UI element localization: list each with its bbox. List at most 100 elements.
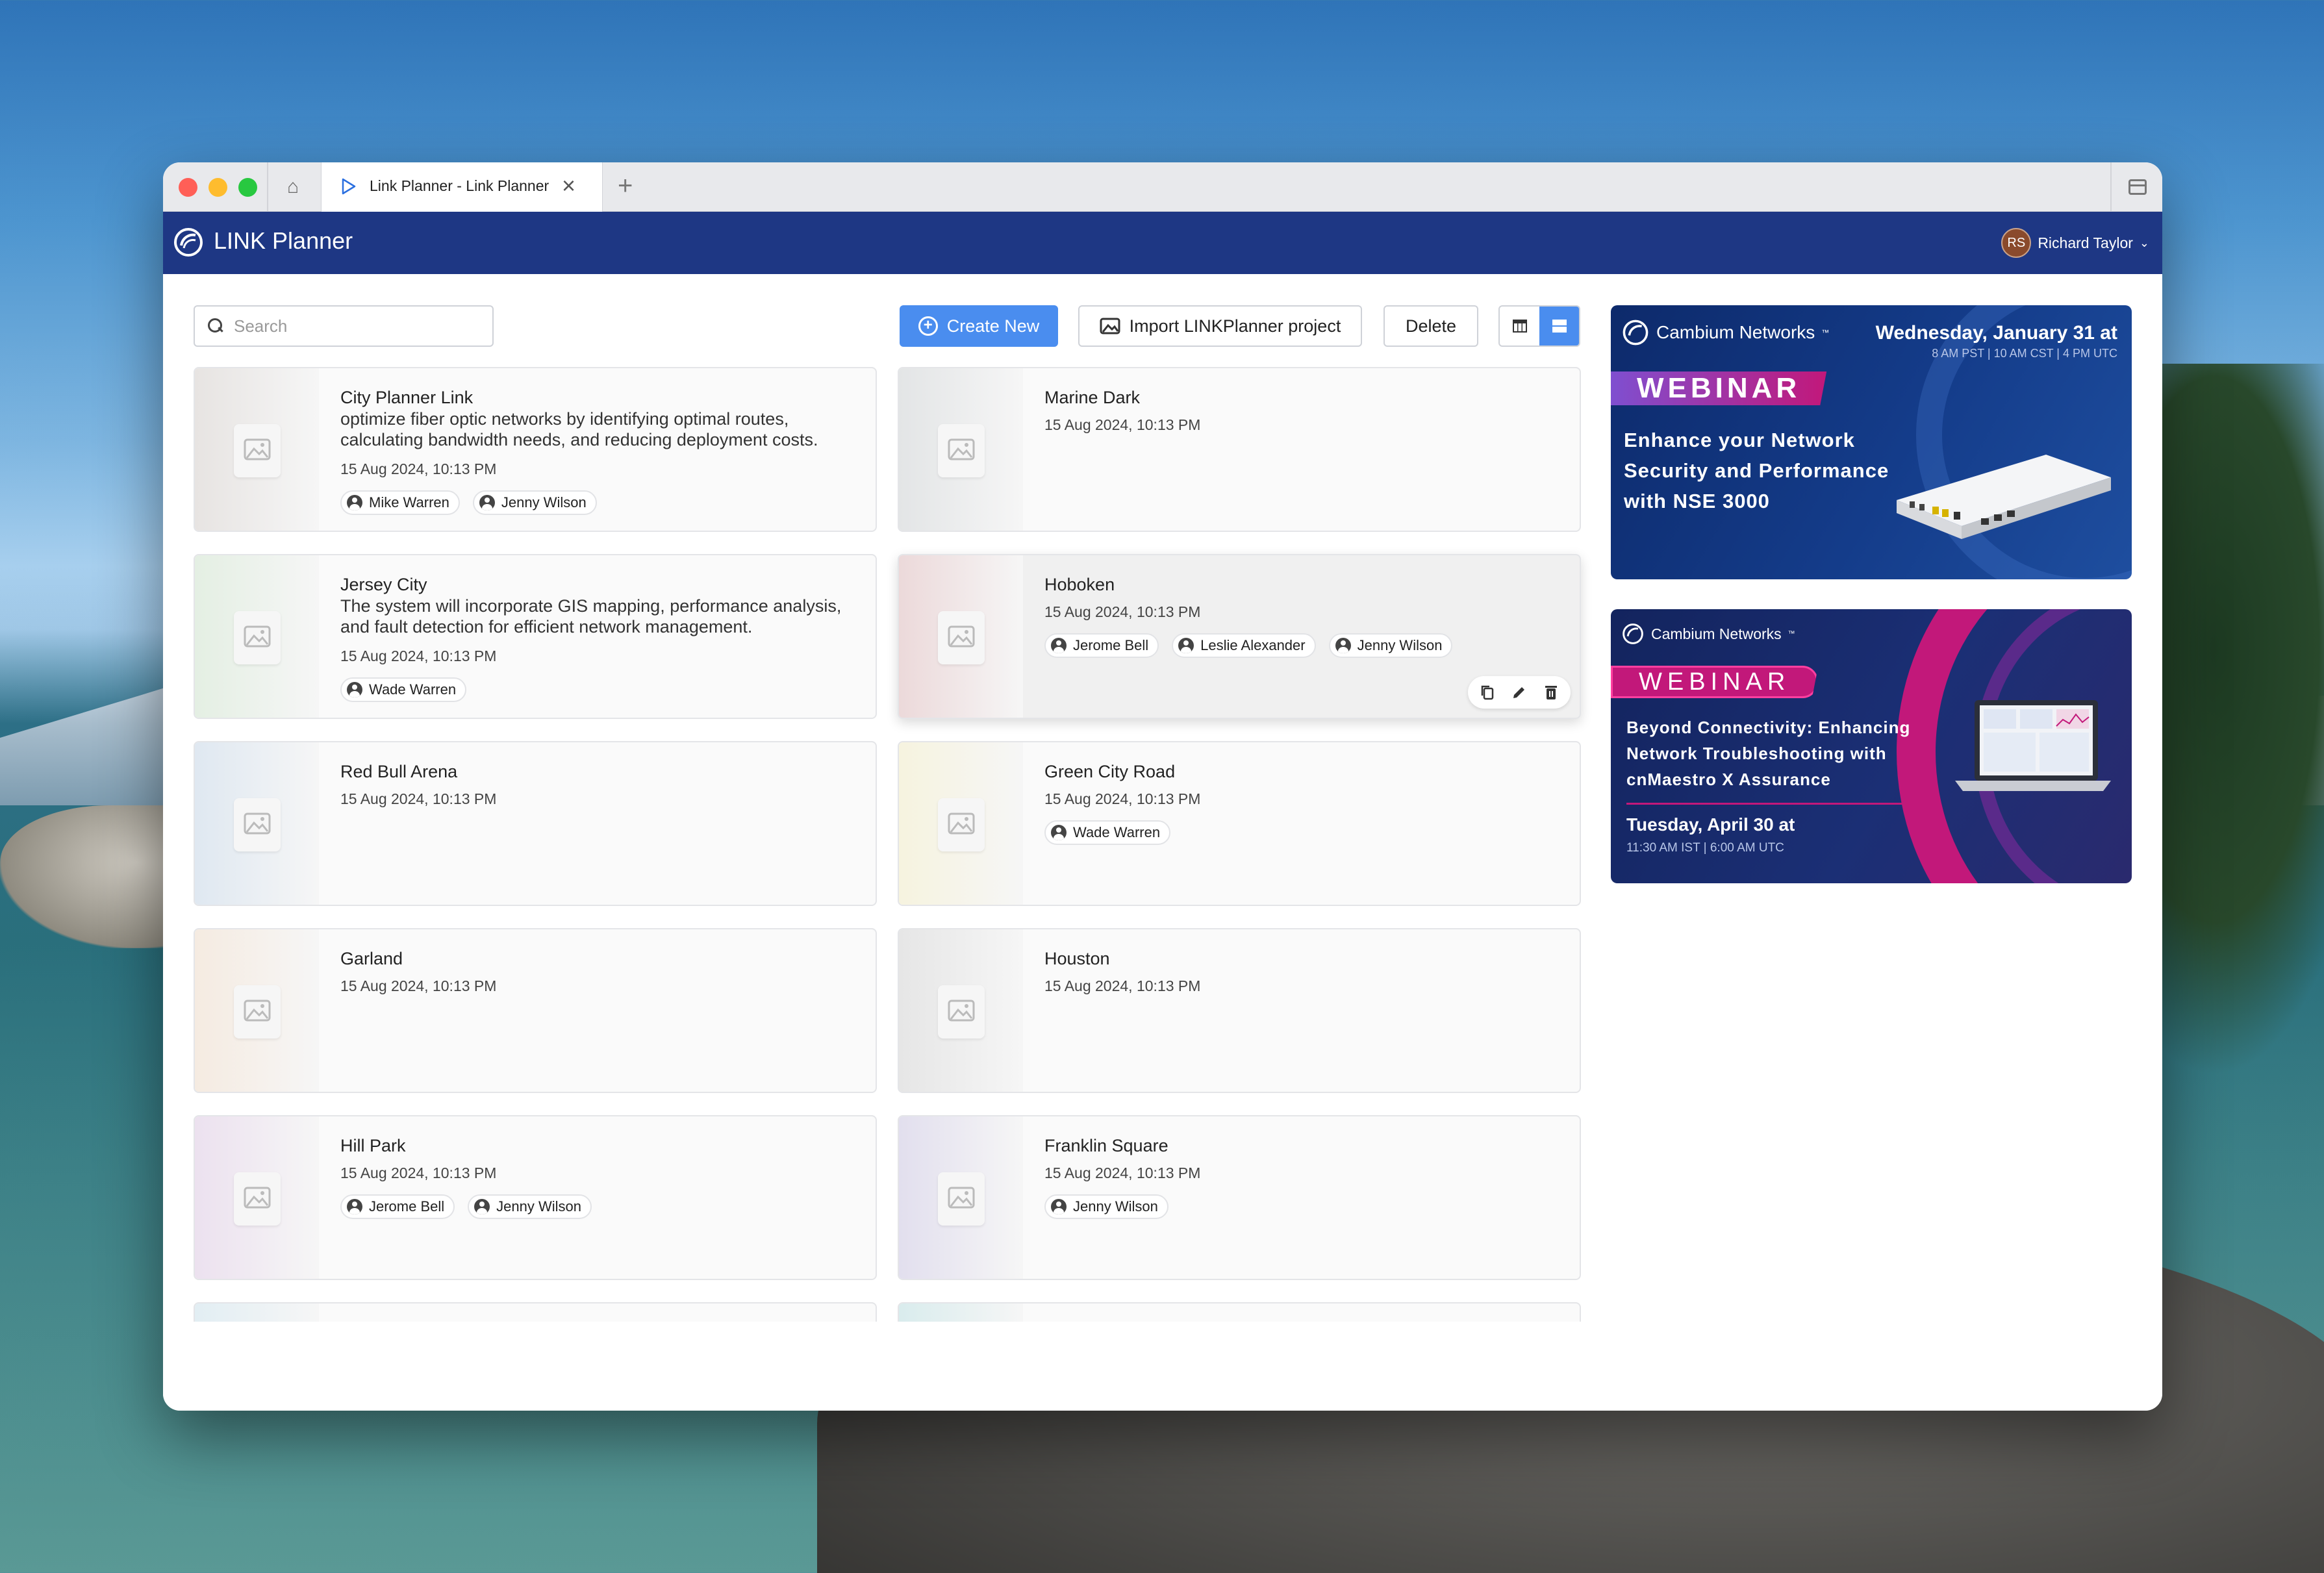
project-thumbnail [195,555,319,718]
search-box[interactable] [194,305,494,347]
card-actions [1468,676,1571,709]
project-date: 15 Aug 2024, 10:13 PM [1044,416,1201,433]
user-menu[interactable]: RS Richard Taylor ⌄ [2001,227,2149,258]
image-icon [1100,318,1120,334]
trademark: ™ [1787,630,1795,638]
webinar-times: 8 AM PST | 10 AM CST | 4 PM UTC [1932,347,2117,360]
person-icon [347,495,362,510]
home-icon[interactable]: ⌂ [280,174,306,200]
maximize-window-button[interactable] [238,178,257,197]
image-placeholder-icon [244,812,271,835]
divider [1626,803,1936,805]
project-date: 15 Aug 2024, 10:13 PM [340,460,497,477]
import-project-button[interactable]: Import LINKPlanner project [1078,305,1362,347]
router-image [1897,455,2111,539]
member-chip[interactable]: Jenny Wilson [1328,633,1453,658]
member-name: Wade Warren [1073,824,1161,840]
member-chip[interactable]: Jenny Wilson [468,1194,592,1219]
member-chip[interactable]: Jerome Bell [340,1194,455,1219]
project-card[interactable]: Jersey City The system will incorporate G… [194,554,877,719]
webinar-banner-cnmaestro[interactable]: Cambium Networks ™ WEBINAR Beyond Connect… [1611,609,2132,883]
thumbnail-placeholder [234,1172,281,1226]
thumbnail-placeholder [234,798,281,851]
person-icon [1178,638,1194,653]
image-placeholder-icon [244,625,271,648]
window-icon [2128,179,2147,195]
project-card[interactable]: Red Bull Arena 15 Aug 2024, 10:13 PM [194,741,877,906]
project-card[interactable]: Garland 15 Aug 2024, 10:13 PM [194,928,877,1093]
list-view-button[interactable] [1539,307,1579,346]
project-date: 15 Aug 2024, 10:13 PM [340,648,497,664]
member-name: Jerome Bell [1073,637,1149,653]
member-list: Jerome Bell Jenny Wilson [340,1194,592,1219]
project-title: Garland [340,949,403,968]
member-chip[interactable]: Jenny Wilson [472,490,597,515]
thumbnail-placeholder [234,611,281,664]
trash-icon[interactable] [1538,679,1564,705]
project-title: Franklin Square [1044,1136,1168,1155]
image-placeholder-icon [948,1187,975,1209]
project-card[interactable]: Green City Road 15 Aug 2024, 10:13 PM Wade… [898,741,1581,906]
project-title: Jersey City [340,575,427,594]
image-placeholder-icon [948,625,975,648]
project-title: Hoboken [1044,575,1115,594]
member-chip[interactable]: Leslie Alexander [1172,633,1316,658]
browser-tab-active[interactable]: Link Planner - Link Planner × [321,162,603,212]
webinar-tag: WEBINAR [1611,666,1819,698]
image-placeholder-icon [244,1000,271,1022]
project-card[interactable]: City Planner Link optimize fiber optic ne… [194,367,877,532]
create-new-button[interactable]: + Create New [900,305,1058,347]
project-card[interactable]: Bengaluruoptimize fiber optic networks b… [898,1302,1581,1322]
person-icon [474,1199,490,1214]
close-tab-icon[interactable]: × [562,171,575,200]
project-card[interactable]: Hoboken 15 Aug 2024, 10:13 PM Jerome Bell L… [898,554,1581,719]
cambium-logo-icon [174,228,203,257]
edit-icon[interactable] [1506,679,1532,705]
project-card[interactable]: Hill Park 15 Aug 2024, 10:13 PM Jerome Bel… [194,1115,877,1280]
member-chip[interactable]: Jenny Wilson [1044,1194,1168,1219]
grid-view-button[interactable] [1500,307,1539,346]
project-date: 15 Aug 2024, 10:13 PM [1044,977,1201,994]
view-toggle [1498,305,1580,347]
thumbnail-placeholder [938,985,985,1038]
member-name: Jenny Wilson [496,1198,581,1214]
minimize-window-button[interactable] [208,178,227,197]
search-icon [195,307,234,346]
search-input[interactable] [234,316,481,336]
webinar-headline: Beyond Connectivity: Enhancing Network T… [1626,718,1911,789]
member-list: Jerome Bell Leslie Alexander Jenny Wilson [1044,633,1453,658]
browser-tab-bar: ⌂ Link Planner - Link Planner × + [163,162,2162,212]
thumbnail-placeholder [938,798,985,851]
cambium-brand: Cambium Networks ™ [1621,622,1795,646]
copy-icon[interactable] [1474,679,1500,705]
project-card[interactable]: Marine Dark 15 Aug 2024, 10:13 PM [898,367,1581,532]
sidebar-toggle-button[interactable] [2110,162,2162,212]
project-thumbnail [899,929,1023,1092]
person-icon [1335,638,1351,653]
app-title: LINK Planner [214,227,353,254]
member-chip[interactable]: Wade Warren [1044,820,1171,845]
member-list: Mike Warren Jenny Wilson [340,490,597,515]
list-view-icon [1552,320,1567,333]
project-card[interactable]: Varanasi15 Aug 2024, 10:13 PM [194,1302,877,1322]
member-chip[interactable]: Wade Warren [340,677,467,702]
project-card[interactable]: Houston 15 Aug 2024, 10:13 PM [898,928,1581,1093]
webinar-date: Wednesday, January 31 at [1875,322,2117,344]
new-tab-button[interactable]: + [618,171,633,200]
member-chip[interactable]: Jerome Bell [1044,633,1159,658]
close-window-button[interactable] [179,178,197,197]
webinar-banner-nse3000[interactable]: Cambium Networks ™ Wednesday, January 31 … [1611,305,2132,579]
user-name: Richard Taylor [2038,234,2133,251]
thumbnail-placeholder [938,424,985,477]
member-chip[interactable]: Mike Warren [340,490,460,515]
delete-button[interactable]: Delete [1383,305,1478,347]
table-icon [1513,320,1527,333]
cambium-logo-icon [1623,623,1643,644]
app-header: LINK Planner RS Richard Taylor ⌄ [163,212,2162,274]
project-thumbnail [899,742,1023,905]
person-icon [1051,825,1067,840]
play-icon [342,178,356,195]
project-card[interactable]: Franklin Square 15 Aug 2024, 10:13 PM Jenn… [898,1115,1581,1280]
project-date: 15 Aug 2024, 10:13 PM [340,977,497,994]
webinar-date: Tuesday, April 30 at [1626,814,1795,835]
